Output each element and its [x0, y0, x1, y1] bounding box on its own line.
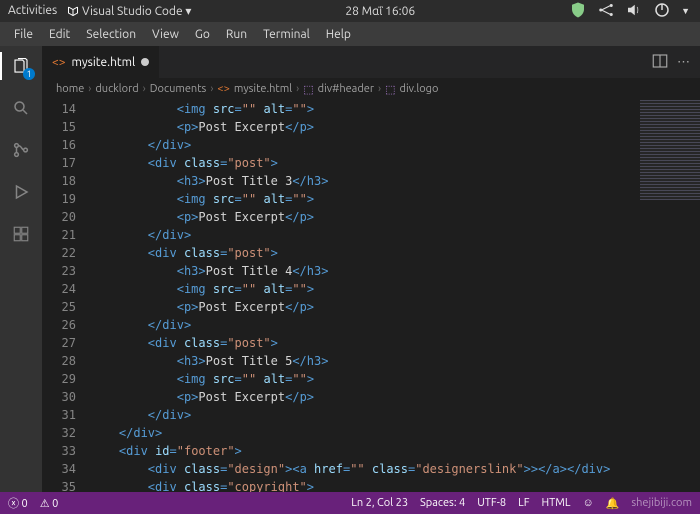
- app-menu[interactable]: Visual Studio Code ▾: [67, 4, 191, 18]
- editor-area: <> mysite.html ⋯ home › ducklord › Docum…: [42, 46, 700, 492]
- breadcrumb-segment[interactable]: mysite.html: [234, 83, 292, 95]
- run-debug-icon[interactable]: [9, 180, 33, 204]
- volume-icon[interactable]: [625, 1, 643, 22]
- menu-run[interactable]: Run: [218, 25, 255, 44]
- extensions-icon[interactable]: [9, 222, 33, 246]
- html-file-icon: <>: [217, 83, 229, 95]
- power-icon[interactable]: [653, 1, 671, 22]
- status-encoding[interactable]: UTF-8: [477, 497, 506, 509]
- status-cursor-position[interactable]: Ln 2, Col 23: [351, 497, 408, 509]
- menu-view[interactable]: View: [144, 25, 187, 44]
- menu-file[interactable]: File: [6, 25, 41, 44]
- menu-bar: FileEditSelectionViewGoRunTerminalHelp: [0, 22, 700, 46]
- status-indentation[interactable]: Spaces: 4: [420, 497, 465, 509]
- search-icon[interactable]: [9, 96, 33, 120]
- symbol-icon: ⬚: [385, 83, 395, 96]
- status-errors[interactable]: ⓧ 0: [8, 495, 28, 511]
- explorer-icon[interactable]: 1: [9, 54, 33, 78]
- status-eol[interactable]: LF: [518, 497, 529, 509]
- menu-edit[interactable]: Edit: [41, 25, 78, 44]
- symbol-icon: ⬚: [303, 83, 313, 96]
- menu-help[interactable]: Help: [318, 25, 359, 44]
- breadcrumb-segment[interactable]: div#header: [318, 83, 374, 95]
- status-bell-icon[interactable]: 🔔: [606, 497, 620, 510]
- activities-button[interactable]: Activities: [8, 4, 57, 18]
- line-gutter: 1415161718192021222324252627282930313233…: [42, 100, 90, 492]
- desktop-topbar: Activities Visual Studio Code ▾ 28 Μαΐ 1…: [0, 0, 700, 22]
- breadcrumb-segment[interactable]: Documents: [150, 83, 207, 95]
- breadcrumb-segment[interactable]: div.logo: [400, 83, 439, 95]
- clock[interactable]: 28 Μαΐ 16:06: [191, 5, 569, 18]
- shield-icon[interactable]: [569, 1, 587, 22]
- tab-bar: <> mysite.html ⋯: [42, 46, 700, 78]
- watermark: shejibiji.com: [631, 497, 692, 509]
- network-icon[interactable]: [597, 1, 615, 22]
- html-file-icon: <>: [52, 56, 66, 69]
- activity-bar: 1: [0, 46, 42, 492]
- code-lines[interactable]: <img src="" alt=""> <p>Post Excerpt</p> …: [90, 100, 700, 492]
- menu-selection[interactable]: Selection: [78, 25, 144, 44]
- source-control-icon[interactable]: [9, 138, 33, 162]
- tab-mysite[interactable]: <> mysite.html: [42, 46, 159, 78]
- status-warnings[interactable]: ⚠ 0: [40, 497, 59, 510]
- code-editor[interactable]: 1415161718192021222324252627282930313233…: [42, 100, 700, 492]
- minimap[interactable]: [640, 100, 700, 200]
- chevron-down-icon[interactable]: ▼: [681, 6, 690, 16]
- dirty-indicator-icon: [141, 58, 149, 66]
- status-feedback-icon[interactable]: ☺: [582, 497, 593, 509]
- tab-label: mysite.html: [72, 56, 136, 69]
- status-bar: ⓧ 0 ⚠ 0 Ln 2, Col 23 Spaces: 4 UTF-8 LF …: [0, 492, 700, 514]
- status-language[interactable]: HTML: [541, 497, 570, 509]
- menu-terminal[interactable]: Terminal: [255, 25, 318, 44]
- breadcrumb-segment[interactable]: ducklord: [95, 83, 138, 95]
- breadcrumb[interactable]: home › ducklord › Documents › <> mysite.…: [42, 78, 700, 100]
- split-editor-icon[interactable]: [651, 52, 669, 73]
- breadcrumb-segment[interactable]: home: [56, 83, 84, 95]
- menu-go[interactable]: Go: [187, 25, 218, 44]
- explorer-badge: 1: [23, 68, 35, 80]
- more-actions-icon[interactable]: ⋯: [677, 55, 690, 70]
